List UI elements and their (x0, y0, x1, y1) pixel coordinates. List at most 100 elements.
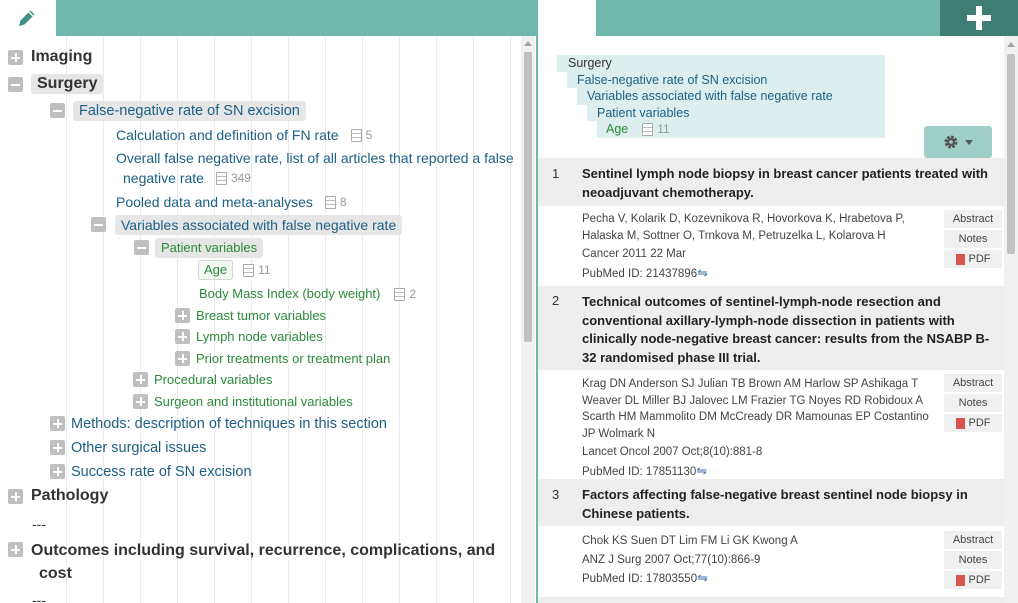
plus-icon (967, 6, 991, 30)
results-pane: Surgery False-negative rate of SN excisi… (538, 36, 1004, 603)
tree-node-variables[interactable]: Variables associated with false negative… (91, 215, 403, 235)
tree-label: False-negative rate of SN excision (73, 101, 306, 121)
scroll-up-icon[interactable] (1007, 42, 1015, 47)
breadcrumb-item-1[interactable]: False-negative rate of SN excision (567, 71, 885, 88)
result-title[interactable]: Technical outcomes of sentinel-lymph-nod… (582, 293, 996, 367)
result-pubmed: PubMed ID: 17851130 (582, 465, 697, 478)
notes-button[interactable]: Notes (944, 230, 1002, 248)
tree-label: Methods: description of techniques in th… (71, 416, 387, 432)
scroll-thumb[interactable] (524, 52, 532, 342)
pdf-icon (955, 253, 965, 265)
notes-button[interactable]: Notes (944, 551, 1002, 569)
tree-node-patient[interactable]: Patient variables (134, 238, 264, 258)
tree-node-lymph[interactable]: Lymph node variables (175, 329, 329, 347)
expand-icon[interactable] (133, 372, 148, 387)
breadcrumb-item-3[interactable]: Patient variables (587, 104, 885, 121)
top-bar (0, 0, 1018, 36)
document-icon (350, 128, 362, 142)
tree-node-other[interactable]: Other surgical issues (50, 440, 212, 458)
gear-icon (944, 135, 958, 149)
expand-icon[interactable] (8, 542, 23, 557)
tree-node-fn-rate[interactable]: False-negative rate of SN excision (50, 101, 306, 121)
tree-node-pathology[interactable]: Pathology (8, 487, 114, 506)
tree-label: Variables associated with false negative… (115, 215, 403, 235)
results-scrollbar[interactable] (1004, 36, 1018, 603)
tree-label-cont: negative rate (123, 170, 204, 186)
tree-label: Lymph node variables (196, 329, 323, 344)
expand-icon[interactable] (50, 440, 65, 455)
expand-icon[interactable] (8, 489, 23, 504)
tree-node-age[interactable]: Age 11 (198, 260, 271, 280)
pdf-icon (955, 574, 965, 586)
notes-button[interactable]: Notes (944, 394, 1002, 412)
result-meta: Chok KS Suen DT Lim FM Li GK Kwong A ANZ… (582, 533, 934, 588)
result-pubmed: PubMed ID: 21437896 (582, 267, 698, 280)
pdf-button[interactable]: PDF (944, 571, 1002, 589)
link-icon[interactable]: ⇋ (697, 265, 708, 280)
tree-node-bmi[interactable]: Body Mass Index (body weight) 2 (193, 284, 416, 304)
pdf-button[interactable]: PDF (944, 414, 1002, 432)
expand-icon[interactable] (8, 50, 23, 65)
tree-node-prior[interactable]: Prior treatments or treatment plan (175, 351, 396, 369)
collapse-icon[interactable] (8, 77, 23, 92)
expand-icon[interactable] (175, 308, 190, 323)
expand-icon[interactable] (50, 464, 65, 479)
result-number: 1 (552, 166, 560, 181)
tree-node-surgeon[interactable]: Surgeon and institutional variables (133, 394, 359, 412)
result-header[interactable] (538, 597, 1004, 603)
collapse-icon[interactable] (50, 103, 65, 118)
tree-node-success[interactable]: Success rate of SN excision (50, 464, 258, 482)
tree-node-surgery[interactable]: Surgery (8, 74, 104, 94)
add-button[interactable] (940, 0, 1018, 36)
tree-node-breast-tumor[interactable]: Breast tumor variables (175, 308, 332, 326)
tree-label: Success rate of SN excision (71, 464, 252, 480)
abstract-button[interactable]: Abstract (944, 374, 1002, 392)
expand-icon[interactable] (50, 416, 65, 431)
collapse-icon[interactable] (91, 217, 106, 232)
tree-node-pooled[interactable]: Pooled data and meta-analyses 8 (110, 192, 347, 212)
document-icon (642, 122, 654, 136)
document-icon (243, 263, 255, 277)
link-icon[interactable]: ⇋ (696, 463, 707, 478)
tab-document[interactable] (538, 0, 596, 36)
expand-icon[interactable] (175, 329, 190, 344)
abstract-button[interactable]: Abstract (944, 531, 1002, 549)
result-actions: Abstract Notes PDF (944, 531, 1002, 591)
article-count: 349 (215, 168, 251, 188)
result-title[interactable]: Sentinel lymph node biopsy in breast can… (582, 165, 996, 202)
result-authors: Krag DN Anderson SJ Julian TB Brown AM H… (582, 378, 929, 440)
article-count: 8 (324, 192, 347, 212)
abstract-button[interactable]: Abstract (944, 210, 1002, 228)
result-pubmed: PubMed ID: 17803550 (582, 573, 698, 585)
tree-node-overall[interactable]: Overall false negative rate, list of all… (110, 148, 520, 188)
tree-node-procedural[interactable]: Procedural variables (133, 372, 279, 390)
breadcrumb-item-2[interactable]: Variables associated with false negative… (577, 88, 885, 105)
tree-label: Pooled data and meta-analyses (116, 194, 313, 210)
scroll-up-icon[interactable] (524, 41, 532, 46)
scroll-thumb[interactable] (1007, 54, 1015, 254)
tree-label: Imaging (31, 48, 93, 65)
result-meta: Krag DN Anderson SJ Julian TB Brown AM H… (582, 376, 934, 480)
result-number: 3 (552, 487, 560, 502)
collapse-icon[interactable] (134, 240, 149, 255)
tree-label: Pathology (31, 487, 109, 504)
pdf-button[interactable]: PDF (944, 250, 1002, 268)
link-icon[interactable]: ⇋ (697, 570, 708, 585)
tree-scrollbar[interactable] (521, 36, 535, 603)
article-count: 5 (350, 125, 372, 145)
breadcrumb-item-0[interactable]: Surgery (557, 55, 885, 72)
tree-node-calc[interactable]: Calculation and definition of FN rate 5 (110, 125, 372, 145)
tree-label: Calculation and definition of FN rate (116, 127, 339, 143)
breadcrumb-item-age[interactable]: Age 11 (597, 121, 885, 138)
result-journal: ANZ J Surg 2007 Oct;77(10):866-9 (582, 553, 761, 566)
expand-icon[interactable] (133, 394, 148, 409)
settings-dropdown-button[interactable] (924, 126, 992, 158)
tree-node-imaging[interactable]: Imaging (8, 48, 98, 67)
result-title[interactable]: Factors affecting false-negative breast … (582, 486, 996, 523)
expand-icon[interactable] (175, 351, 190, 366)
tree-node-methods[interactable]: Methods: description of techniques in th… (50, 416, 393, 434)
pencil-icon (19, 10, 35, 26)
tree-node-outcomes[interactable]: Outcomes including survival, recurrence,… (8, 542, 501, 585)
tab-edit[interactable] (0, 0, 56, 36)
result-authors: Chok KS Suen DT Lim FM Li GK Kwong A (582, 535, 798, 547)
